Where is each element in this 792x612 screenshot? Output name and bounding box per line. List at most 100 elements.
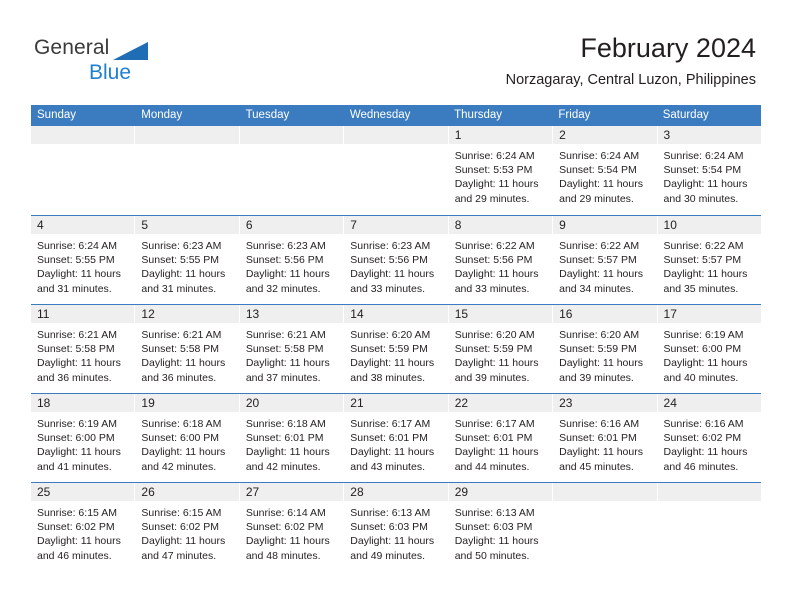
calendar-day-cell[interactable]: 29 Sunrise: 6:13 AM Sunset: 6:03 PM Dayligh…: [448, 483, 554, 571]
calendar-day-cell[interactable]: 17 Sunrise: 6:19 AM Sunset: 6:00 PM Dayligh…: [657, 305, 761, 393]
daylight-text-line2: and 29 minutes.: [559, 192, 634, 205]
calendar-grid: Sunday Monday Tuesday Wednesday Thursday…: [31, 105, 761, 571]
calendar-day-cell[interactable]: 4 Sunrise: 6:24 AM Sunset: 5:55 PM Daylight…: [31, 216, 136, 304]
calendar-day-cell[interactable]: 3 Sunrise: 6:24 AM Sunset: 5:54 PM Daylight…: [657, 126, 761, 215]
day-number: 23: [559, 396, 573, 410]
calendar-day-cell[interactable]: 7 Sunrise: 6:23 AM Sunset: 5:56 PM Daylight…: [344, 216, 449, 304]
calendar-day-cell-empty: [239, 126, 345, 215]
daylight-text-line2: and 30 minutes.: [663, 192, 739, 205]
sunrise-text: Sunrise: 6:13 AM: [454, 507, 535, 519]
sunset-text: Sunset: 5:55 PM: [37, 254, 115, 267]
day-details: Sunrise: 6:22 AM Sunset: 5:56 PM Daylight:…: [449, 234, 552, 296]
sunrise-text: Sunrise: 6:15 AM: [37, 507, 117, 519]
day-number-band: 19: [135, 394, 239, 412]
daylight-text-line1: Daylight: 11 hours: [141, 535, 226, 548]
daylight-text-line2: and 43 minutes.: [350, 460, 425, 473]
logo-text-general: General: [34, 36, 110, 59]
day-number-band: 10: [657, 216, 761, 234]
day-number-band: 28: [344, 483, 448, 501]
day-details: Sunrise: 6:24 AM Sunset: 5:53 PM Daylight:…: [449, 144, 552, 206]
day-details: Sunrise: 6:17 AM Sunset: 6:01 PM Daylight:…: [344, 412, 447, 474]
calendar-week-row: 11 Sunrise: 6:21 AM Sunset: 5:58 PM Dayligh…: [31, 304, 761, 393]
day-number: 8: [454, 218, 462, 232]
daylight-text-line2: and 36 minutes.: [37, 371, 112, 384]
day-number-band: 23: [553, 394, 657, 412]
calendar-day-cell[interactable]: 22 Sunrise: 6:17 AM Sunset: 6:01 PM Dayligh…: [448, 394, 554, 482]
day-details: Sunrise: 6:16 AM Sunset: 6:01 PM Daylight:…: [553, 412, 656, 474]
daylight-text-line2: and 39 minutes.: [559, 371, 634, 384]
calendar-day-cell[interactable]: 2 Sunrise: 6:24 AM Sunset: 5:54 PM Daylight…: [553, 126, 658, 215]
calendar-day-cell[interactable]: 21 Sunrise: 6:17 AM Sunset: 6:01 PM Dayligh…: [344, 394, 449, 482]
calendar-day-cell[interactable]: 28 Sunrise: 6:13 AM Sunset: 6:03 PM Dayligh…: [344, 483, 449, 571]
day-details: Sunrise: 6:21 AM Sunset: 5:58 PM Daylight:…: [31, 323, 134, 385]
daylight-text-line2: and 42 minutes.: [141, 460, 217, 473]
calendar-day-cell[interactable]: 10 Sunrise: 6:22 AM Sunset: 5:57 PM Dayligh…: [657, 216, 761, 304]
daylight-text-line1: Daylight: 11 hours: [559, 446, 643, 459]
sunset-text: Sunset: 5:58 PM: [37, 343, 115, 356]
daylight-text-line2: and 38 minutes.: [350, 371, 425, 384]
sunset-text: Sunset: 6:01 PM: [350, 432, 428, 445]
calendar-day-cell[interactable]: 6 Sunrise: 6:23 AM Sunset: 5:56 PM Daylight…: [239, 216, 345, 304]
daylight-text-line1: Daylight: 11 hours: [37, 535, 121, 548]
day-number-band: 8: [448, 216, 553, 234]
calendar-day-cell[interactable]: 18 Sunrise: 6:19 AM Sunset: 6:00 PM Dayligh…: [31, 394, 136, 482]
daylight-text-line2: and 32 minutes.: [245, 282, 321, 295]
weekday-header-tuesday: Tuesday: [245, 109, 290, 121]
sunrise-text: Sunrise: 6:17 AM: [454, 418, 535, 430]
calendar-week-row: 18 Sunrise: 6:19 AM Sunset: 6:00 PM Dayligh…: [31, 393, 761, 482]
calendar-day-cell[interactable]: 27 Sunrise: 6:14 AM Sunset: 6:02 PM Dayligh…: [239, 483, 345, 571]
daylight-text-line2: and 31 minutes.: [37, 282, 112, 295]
day-details: Sunrise: 6:21 AM Sunset: 5:58 PM Daylight:…: [135, 323, 238, 385]
page-header: General Blue February 2024 Norzagaray, C…: [0, 0, 792, 103]
sunrise-text: Sunrise: 6:23 AM: [141, 240, 222, 252]
sunrise-text: Sunrise: 6:21 AM: [37, 329, 117, 341]
daylight-text-line1: Daylight: 11 hours: [454, 268, 539, 281]
calendar-weeks: 1 Sunrise: 6:24 AM Sunset: 5:53 PM Daylight…: [31, 126, 761, 571]
calendar-day-cell[interactable]: 19 Sunrise: 6:18 AM Sunset: 6:00 PM Dayligh…: [135, 394, 240, 482]
calendar-day-cell[interactable]: 8 Sunrise: 6:22 AM Sunset: 5:56 PM Daylight…: [448, 216, 554, 304]
page-title: February 2024: [580, 33, 756, 63]
sunrise-text: Sunrise: 6:20 AM: [454, 329, 535, 341]
sunrise-text: Sunrise: 6:20 AM: [559, 329, 640, 341]
day-number-band: 25: [31, 483, 135, 501]
weekday-header-row: Sunday Monday Tuesday Wednesday Thursday…: [31, 105, 761, 126]
day-details: Sunrise: 6:19 AM Sunset: 6:00 PM Daylight:…: [31, 412, 134, 474]
daylight-text-line1: Daylight: 11 hours: [141, 268, 226, 281]
calendar-day-cell[interactable]: 1 Sunrise: 6:24 AM Sunset: 5:53 PM Daylight…: [448, 126, 554, 215]
calendar-day-cell[interactable]: 13 Sunrise: 6:21 AM Sunset: 5:58 PM Dayligh…: [239, 305, 345, 393]
sunset-text: Sunset: 6:03 PM: [454, 521, 533, 534]
daylight-text-line2: and 41 minutes.: [37, 460, 112, 473]
calendar-day-cell[interactable]: 11 Sunrise: 6:21 AM Sunset: 5:58 PM Dayligh…: [31, 305, 136, 393]
day-number: 9: [559, 218, 566, 232]
day-number: 7: [350, 218, 357, 232]
daylight-text-line1: Daylight: 11 hours: [663, 357, 748, 370]
day-details: Sunrise: 6:20 AM Sunset: 5:59 PM Daylight:…: [553, 323, 656, 385]
calendar-day-cell[interactable]: 14 Sunrise: 6:20 AM Sunset: 5:59 PM Dayligh…: [344, 305, 449, 393]
calendar-day-cell[interactable]: 26 Sunrise: 6:15 AM Sunset: 6:02 PM Dayligh…: [135, 483, 240, 571]
sunset-text: Sunset: 6:01 PM: [559, 432, 637, 445]
calendar-day-cell[interactable]: 5 Sunrise: 6:23 AM Sunset: 5:55 PM Daylight…: [135, 216, 240, 304]
day-details: Sunrise: 6:16 AM Sunset: 6:02 PM Daylight:…: [658, 412, 761, 474]
day-number: 2: [559, 128, 566, 142]
calendar-day-cell[interactable]: 23 Sunrise: 6:16 AM Sunset: 6:01 PM Dayligh…: [553, 394, 658, 482]
calendar-day-cell[interactable]: 25 Sunrise: 6:15 AM Sunset: 6:02 PM Dayligh…: [31, 483, 136, 571]
day-details: Sunrise: 6:20 AM Sunset: 5:59 PM Daylight:…: [449, 323, 552, 385]
calendar-day-cell[interactable]: 24 Sunrise: 6:16 AM Sunset: 6:02 PM Dayligh…: [657, 394, 761, 482]
day-number-band: 22: [448, 394, 553, 412]
day-details: Sunrise: 6:22 AM Sunset: 5:57 PM Daylight:…: [658, 234, 761, 296]
day-number: 15: [454, 307, 469, 321]
calendar-day-cell[interactable]: 15 Sunrise: 6:20 AM Sunset: 5:59 PM Dayligh…: [448, 305, 554, 393]
daylight-text-line1: Daylight: 11 hours: [454, 446, 539, 459]
day-details: Sunrise: 6:18 AM Sunset: 6:01 PM Daylight:…: [240, 412, 343, 474]
day-number-band: 27: [239, 483, 344, 501]
day-number: 18: [37, 396, 51, 410]
day-number-band: 3: [657, 126, 761, 144]
day-number-band: 15: [448, 305, 553, 323]
daylight-text-line2: and 49 minutes.: [350, 549, 425, 562]
day-number: 25: [37, 485, 51, 499]
calendar-day-cell[interactable]: 16 Sunrise: 6:20 AM Sunset: 5:59 PM Dayligh…: [553, 305, 658, 393]
calendar-day-cell[interactable]: 12 Sunrise: 6:21 AM Sunset: 5:58 PM Dayligh…: [135, 305, 240, 393]
calendar-day-cell[interactable]: 9 Sunrise: 6:22 AM Sunset: 5:57 PM Daylight…: [553, 216, 658, 304]
calendar-day-cell[interactable]: 20 Sunrise: 6:18 AM Sunset: 6:01 PM Dayligh…: [239, 394, 345, 482]
daylight-text-line1: Daylight: 11 hours: [350, 446, 435, 459]
